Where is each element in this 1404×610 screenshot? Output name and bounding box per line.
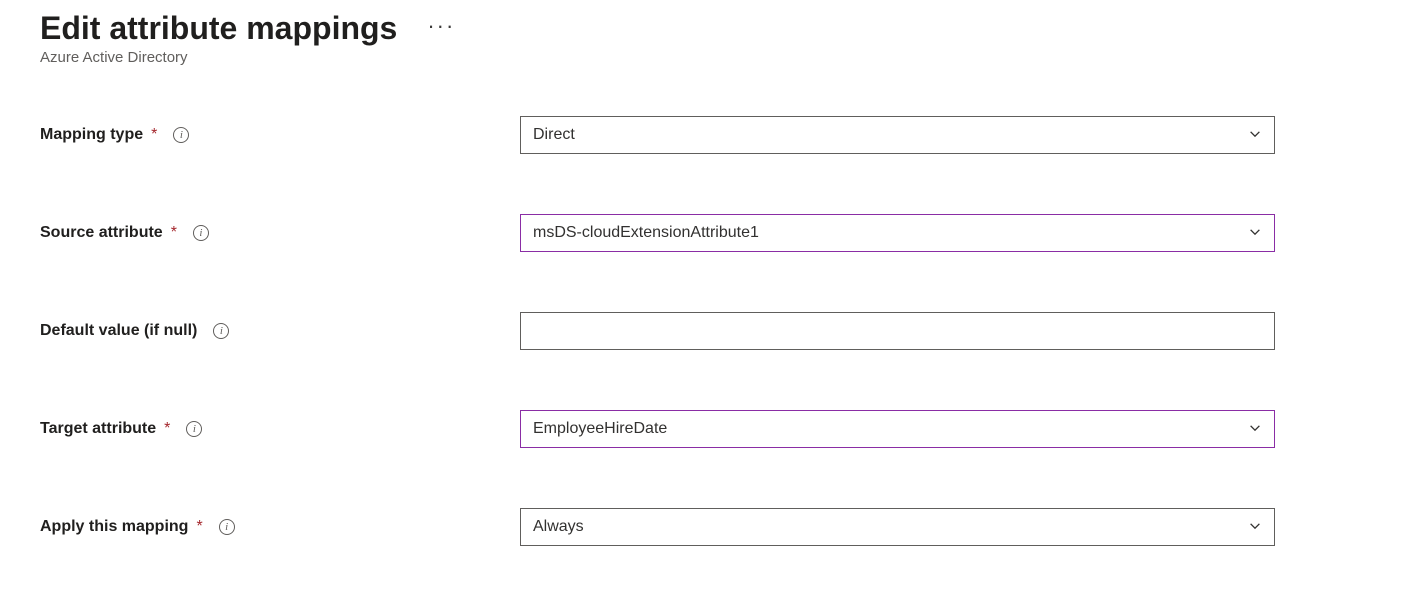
input-col-target-attribute: EmployeeHireDate (520, 410, 1275, 448)
row-mapping-type: Mapping type * Direct (40, 116, 1364, 154)
chevron-down-icon (1248, 519, 1262, 536)
header-row: Edit attribute mappings ··· (40, 10, 1364, 47)
input-col-mapping-type: Direct (520, 116, 1275, 154)
select-value-source-attribute: msDS-cloudExtensionAttribute1 (533, 224, 1248, 242)
label-text-default-value: Default value (if null) (40, 322, 197, 340)
info-icon[interactable] (219, 519, 235, 535)
form: Mapping type * Direct Source attribute *… (40, 116, 1364, 546)
required-indicator: * (196, 518, 202, 536)
label-apply-mapping: Apply this mapping * (40, 518, 500, 536)
input-col-apply-mapping: Always (520, 508, 1275, 546)
breadcrumb: Azure Active Directory (40, 49, 1364, 66)
row-source-attribute: Source attribute * msDS-cloudExtensionAt… (40, 214, 1364, 252)
input-col-source-attribute: msDS-cloudExtensionAttribute1 (520, 214, 1275, 252)
info-icon[interactable] (186, 421, 202, 437)
required-indicator: * (164, 420, 170, 438)
row-apply-mapping: Apply this mapping * Always (40, 508, 1364, 546)
row-target-attribute: Target attribute * EmployeeHireDate (40, 410, 1364, 448)
chevron-down-icon (1248, 225, 1262, 242)
label-text-source-attribute: Source attribute (40, 224, 163, 242)
page-header: Edit attribute mappings ··· Azure Active… (40, 10, 1364, 66)
required-indicator: * (171, 224, 177, 242)
input-col-default-value (520, 312, 1275, 350)
select-source-attribute[interactable]: msDS-cloudExtensionAttribute1 (520, 214, 1275, 252)
select-value-target-attribute: EmployeeHireDate (533, 420, 1248, 438)
label-text-apply-mapping: Apply this mapping (40, 518, 188, 536)
chevron-down-icon (1248, 421, 1262, 438)
more-actions-icon[interactable]: ··· (427, 13, 455, 45)
row-default-value: Default value (if null) (40, 312, 1364, 350)
label-target-attribute: Target attribute * (40, 420, 500, 438)
info-icon[interactable] (213, 323, 229, 339)
input-default-value[interactable] (520, 312, 1275, 350)
label-text-mapping-type: Mapping type (40, 126, 143, 144)
info-icon[interactable] (193, 225, 209, 241)
chevron-down-icon (1248, 127, 1262, 144)
select-mapping-type[interactable]: Direct (520, 116, 1275, 154)
label-source-attribute: Source attribute * (40, 224, 500, 242)
select-value-mapping-type: Direct (533, 126, 1248, 144)
required-indicator: * (151, 126, 157, 144)
label-text-target-attribute: Target attribute (40, 420, 156, 438)
label-default-value: Default value (if null) (40, 322, 500, 340)
select-target-attribute[interactable]: EmployeeHireDate (520, 410, 1275, 448)
info-icon[interactable] (173, 127, 189, 143)
select-apply-mapping[interactable]: Always (520, 508, 1275, 546)
label-mapping-type: Mapping type * (40, 126, 500, 144)
select-value-apply-mapping: Always (533, 518, 1248, 536)
page-title: Edit attribute mappings (40, 10, 397, 47)
